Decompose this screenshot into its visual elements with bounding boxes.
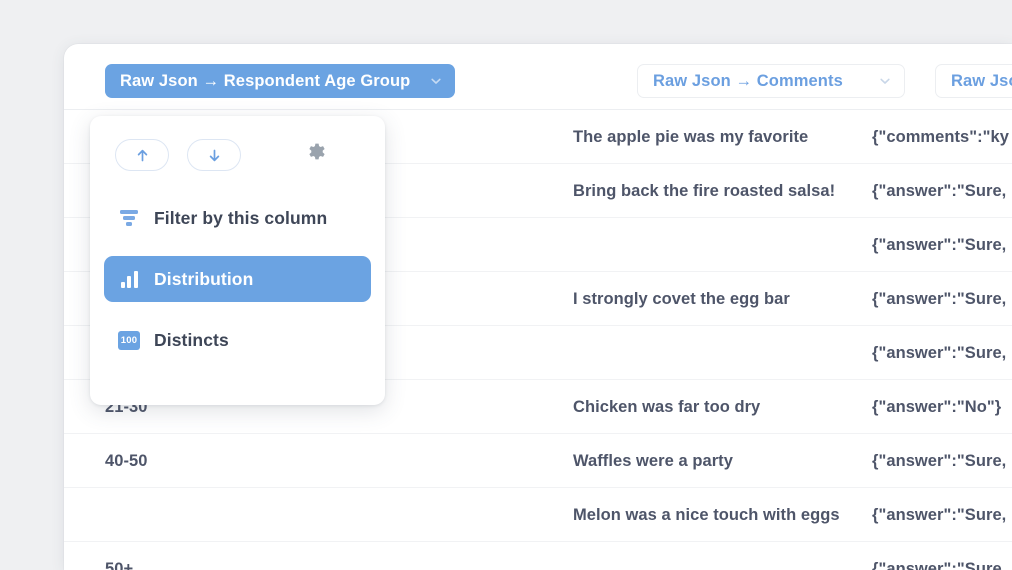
bar-chart-icon [118,268,140,290]
cell-comment: Bring back the fire roasted salsa! [573,164,863,218]
cell-age-group [105,488,425,542]
table-header-row: Raw Json → Respondent Age Group Raw Json… [64,44,1012,110]
menu-item-label: Distincts [154,330,229,351]
cell-raw-json: {"answer":"Sure, [872,488,1012,542]
cell-raw-json: {"comments":"ky [872,110,1012,164]
cell-raw-json: {"answer":"No"} [872,380,1012,434]
column-menu-list: Filter by this column Distribution 100 D… [90,195,385,363]
column-header-label: Raw Json → Respondent Age Group [120,72,410,91]
cell-raw-json: {"answer":"Sure, [872,164,1012,218]
distinct-count-badge-label: 100 [118,331,140,350]
cell-raw-json: {"answer":"Sure, [872,218,1012,272]
gear-icon [306,142,328,169]
menu-item-label: Distribution [154,269,253,290]
cell-raw-json: {"answer":"Sure, [872,434,1012,488]
cell-age-group: 50+ [105,542,425,570]
menu-item-distribution[interactable]: Distribution [104,256,371,302]
sort-ascending-button[interactable] [115,139,169,171]
table-row[interactable]: Melon was a nice touch with eggs {"answe… [64,488,1012,542]
cell-raw-json: {"answer":"Sure, [872,326,1012,380]
distinct-count-icon: 100 [118,329,140,351]
table-row[interactable]: 50+ {"answer":"Sure, [64,542,1012,570]
cell-comment [573,218,863,272]
cell-raw-json: {"answer":"Sure, [872,272,1012,326]
arrow-down-icon [206,147,223,164]
cell-raw-json: {"answer":"Sure, [872,542,1012,570]
cell-comment: Waffles were a party [573,434,863,488]
cell-comment: I strongly covet the egg bar [573,272,863,326]
column-header-comments-raw[interactable]: Raw Json → Co [935,64,1012,98]
cell-age-group: 40-50 [105,434,425,488]
menu-item-distincts[interactable]: 100 Distincts [104,317,371,363]
column-settings-button[interactable] [305,143,329,167]
column-header-label: Raw Json → Co [951,72,1012,91]
cell-comment [573,542,863,570]
app-root: Raw Json → Respondent Age Group Raw Json… [0,0,1012,570]
cell-comment [573,326,863,380]
sort-descending-button[interactable] [187,139,241,171]
column-context-menu: Filter by this column Distribution 100 D… [90,116,385,405]
column-header-label: Raw Json → Comments [653,72,843,91]
column-header-respondent-age-group[interactable]: Raw Json → Respondent Age Group [105,64,455,98]
cell-comment: Melon was a nice touch with eggs [573,488,863,542]
column-header-comments[interactable]: Raw Json → Comments [637,64,905,98]
table-row[interactable]: 40-50 Waffles were a party {"answer":"Su… [64,434,1012,488]
cell-comment: The apple pie was my favorite [573,110,863,164]
column-menu-toolbar [90,136,385,174]
menu-item-label: Filter by this column [154,208,327,229]
arrow-up-icon [134,147,151,164]
chevron-down-icon [429,74,443,88]
chevron-down-icon [878,74,892,88]
menu-item-filter-by-this-column[interactable]: Filter by this column [104,195,371,241]
filter-icon [118,207,140,229]
cell-comment: Chicken was far too dry [573,380,863,434]
